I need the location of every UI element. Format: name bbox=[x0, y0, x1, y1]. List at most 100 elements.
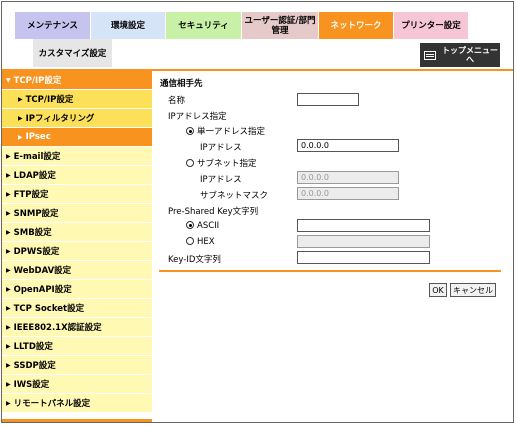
content-area: 通信相手先 名称 IPアドレス指定 単一アドレス指定 IPアドレス 0.0.0.… bbox=[152, 71, 513, 422]
sidebar-item[interactable]: ▶ IWS設定 bbox=[2, 375, 152, 394]
ascii-option[interactable]: ASCII bbox=[186, 221, 219, 231]
sidebar-item[interactable]: ▶ TCP Socket設定 bbox=[2, 299, 152, 318]
sidebar-item[interactable]: ▶ リモートパネル設定 bbox=[2, 394, 152, 413]
sidebar-item[interactable]: ▶ E-mail設定 bbox=[2, 147, 152, 166]
triangle-right-icon: ▶ bbox=[18, 114, 23, 122]
sidebar-item-tcpip-group[interactable]: ▼ TCP/IP設定 bbox=[2, 71, 152, 90]
triangle-right-icon: ▶ bbox=[6, 171, 11, 179]
sidebar-item-label: WebDAV設定 bbox=[13, 266, 72, 276]
name-field[interactable] bbox=[297, 93, 359, 106]
sidebar-item-label: DPWS設定 bbox=[13, 247, 60, 257]
triangle-right-icon: ▶ bbox=[6, 285, 11, 293]
sidebar-item-label: SMB設定 bbox=[13, 228, 52, 238]
subnet-option[interactable]: サブネット指定 bbox=[186, 157, 257, 169]
radio-unselected-icon bbox=[186, 237, 194, 245]
section-title: 通信相手先 bbox=[160, 79, 203, 89]
subnet-mask-field[interactable]: 0.0.0.0 bbox=[297, 187, 399, 200]
main-frame: メンテナンス 環境設定 セキュリティ ユーザー認証/部門 管理 ネットワーク プリンター設… bbox=[1, 1, 514, 423]
hex-field[interactable] bbox=[297, 235, 430, 248]
subnet-mask-label: サブネットマスク bbox=[200, 191, 269, 201]
sidebar-item[interactable]: ▶ SNMP設定 bbox=[2, 204, 152, 223]
radio-unselected-icon bbox=[186, 159, 194, 167]
triangle-right-icon: ▶ bbox=[6, 380, 11, 388]
ok-button[interactable]: OK bbox=[429, 283, 447, 297]
triangle-right-icon: ▶ bbox=[6, 228, 11, 236]
ip-spec-label: IPアドレス指定 bbox=[168, 112, 227, 122]
sidebar-item-label: TCP Socket設定 bbox=[13, 304, 85, 314]
sidebar-item-label: OpenAPI設定 bbox=[13, 285, 72, 295]
subnet-ip-field[interactable]: 0.0.0.0 bbox=[297, 171, 399, 184]
sidebar-item-label: TCP/IP設定 bbox=[25, 95, 74, 105]
sidebar-item-label: リモートパネル設定 bbox=[13, 399, 91, 409]
tab-3[interactable]: ユーザー認証/部門 管理 bbox=[242, 12, 319, 39]
tab-4[interactable]: ネットワーク bbox=[319, 12, 394, 39]
sidebar-item-ipsec[interactable]: ▶ IPsec bbox=[2, 128, 152, 147]
sidebar-item[interactable]: ▶ FTP設定 bbox=[2, 185, 152, 204]
name-label: 名称 bbox=[168, 96, 186, 106]
tab-5[interactable]: プリンター設定 bbox=[394, 12, 469, 39]
sidebar: ▼ TCP/IP設定 ▶ TCP/IP設定 ▶ IPフィルタリング ▶ IPse… bbox=[2, 71, 152, 422]
sidebar-item-label: LDAP設定 bbox=[13, 171, 56, 181]
ip-label: IPアドレス bbox=[200, 143, 242, 153]
radio-selected-icon bbox=[186, 221, 194, 229]
top-menu-button[interactable]: トップメニュー へ bbox=[420, 43, 500, 67]
subnet-label: サブネット指定 bbox=[197, 159, 257, 169]
sidebar-item[interactable]: ▶ LDAP設定 bbox=[2, 166, 152, 185]
sidebar-item-tcpip[interactable]: ▶ TCP/IP設定 bbox=[2, 90, 152, 109]
cancel-button[interactable]: キャンセル bbox=[450, 283, 496, 297]
hex-option[interactable]: HEX bbox=[186, 237, 215, 247]
psk-label: Pre-Shared Key文字列 bbox=[168, 207, 259, 217]
keyid-label: Key-ID文字列 bbox=[168, 255, 221, 265]
sidebar-item-label: SSDP設定 bbox=[13, 361, 56, 371]
triangle-down-icon: ▼ bbox=[6, 76, 11, 84]
sidebar-item[interactable]: ▶ DPWS設定 bbox=[2, 242, 152, 261]
sidebar-item[interactable]: ▶ WebDAV設定 bbox=[2, 261, 152, 280]
ascii-field[interactable] bbox=[297, 219, 430, 232]
triangle-right-icon: ▶ bbox=[6, 209, 11, 217]
subnet-ip-label: IPアドレス bbox=[200, 175, 242, 185]
sidebar-item[interactable]: ▶ LLTD設定 bbox=[2, 337, 152, 356]
triangle-right-icon: ▶ bbox=[18, 95, 23, 103]
single-address-option[interactable]: 単一アドレス指定 bbox=[186, 125, 265, 137]
sidebar-item-label: IPsec bbox=[25, 132, 51, 142]
triangle-right-icon: ▶ bbox=[18, 133, 23, 141]
sidebar-bottom-line bbox=[2, 419, 152, 422]
sidebar-item[interactable]: ▶ OpenAPI設定 bbox=[2, 280, 152, 299]
sidebar-item-label: IPフィルタリング bbox=[25, 114, 95, 124]
sidebar-item-label: E-mail設定 bbox=[13, 152, 61, 162]
form-divider bbox=[159, 270, 501, 272]
triangle-right-icon: ▶ bbox=[6, 152, 11, 160]
sidebar-item-ip-filtering[interactable]: ▶ IPフィルタリング bbox=[2, 109, 152, 128]
tab-0[interactable]: メンテナンス bbox=[15, 12, 91, 39]
tab-1[interactable]: 環境設定 bbox=[91, 12, 166, 39]
sidebar-item-label: SNMP設定 bbox=[13, 209, 59, 219]
sidebar-item-label: LLTD設定 bbox=[13, 342, 53, 352]
sub-bar: カスタマイズ設定 トップメニュー へ bbox=[2, 39, 513, 69]
triangle-right-icon: ▶ bbox=[6, 399, 11, 407]
sidebar-item[interactable]: ▶ SMB設定 bbox=[2, 223, 152, 242]
ascii-label: ASCII bbox=[197, 221, 220, 231]
ip-address-field[interactable]: 0.0.0.0 bbox=[297, 139, 399, 152]
sidebar-item-label: TCP/IP設定 bbox=[13, 76, 62, 86]
triangle-right-icon: ▶ bbox=[6, 304, 11, 312]
sidebar-item[interactable]: ▶ IEEE802.1X認証設定 bbox=[2, 318, 152, 337]
triangle-right-icon: ▶ bbox=[6, 323, 11, 331]
top-menu-label: トップメニュー へ bbox=[442, 46, 498, 64]
radio-selected-icon bbox=[186, 127, 194, 135]
triangle-right-icon: ▶ bbox=[6, 361, 11, 369]
main-tabs: メンテナンス 環境設定 セキュリティ ユーザー認証/部門 管理 ネットワーク プリンター設… bbox=[15, 12, 469, 39]
sidebar-item-label: IEEE802.1X認証設定 bbox=[13, 323, 102, 333]
triangle-right-icon: ▶ bbox=[6, 266, 11, 274]
single-address-label: 単一アドレス指定 bbox=[197, 127, 266, 137]
triangle-right-icon: ▶ bbox=[6, 247, 11, 255]
triangle-right-icon: ▶ bbox=[6, 190, 11, 198]
triangle-right-icon: ▶ bbox=[6, 342, 11, 350]
sidebar-item-label: FTP設定 bbox=[13, 190, 49, 200]
hex-label: HEX bbox=[197, 237, 215, 247]
keyid-field[interactable] bbox=[297, 251, 430, 264]
tab-customize[interactable]: カスタマイズ設定 bbox=[33, 39, 112, 67]
sidebar-item[interactable]: ▶ SSDP設定 bbox=[2, 356, 152, 375]
menu-icon bbox=[424, 50, 436, 60]
tab-2[interactable]: セキュリティ bbox=[166, 12, 242, 39]
sidebar-item-label: IWS設定 bbox=[13, 380, 50, 390]
